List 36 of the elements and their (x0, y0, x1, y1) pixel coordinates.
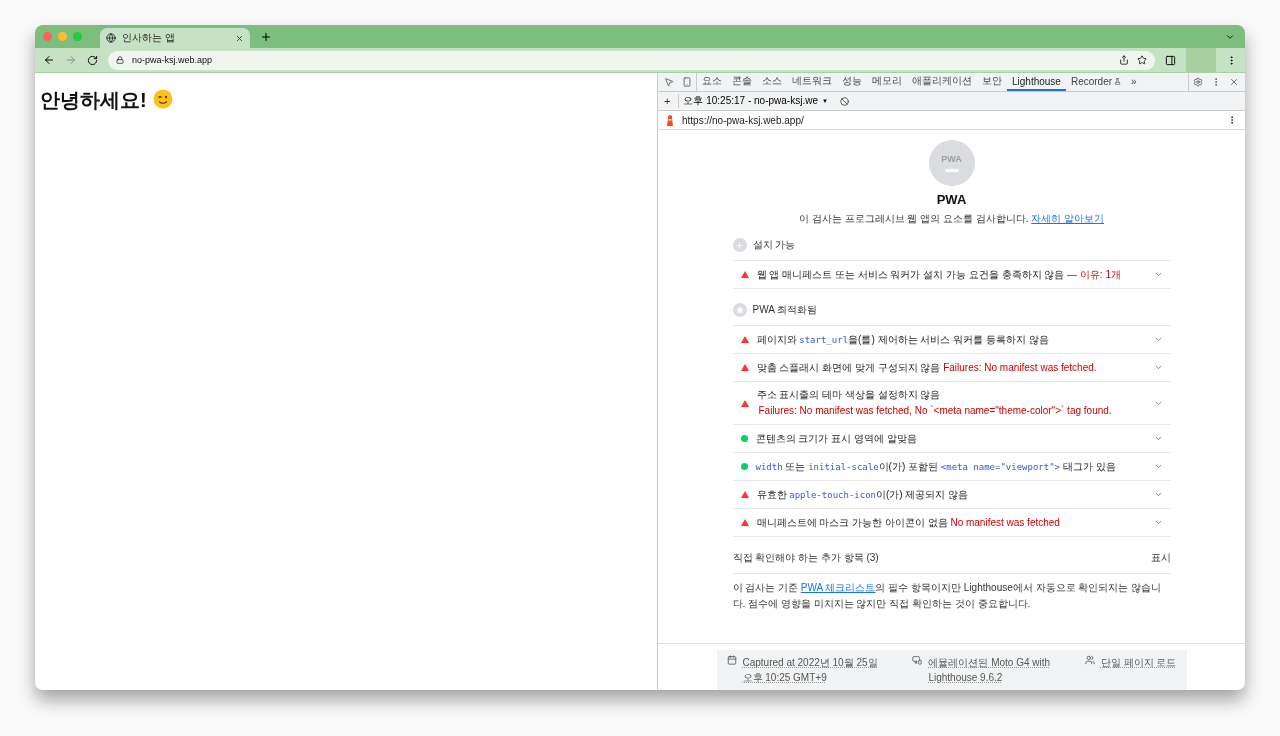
audit-row[interactable]: 웹 앱 매니페스트 또는 서비스 워커가 설치 가능 요건을 충족하지 않음 — 이유: 1개 (732, 260, 1171, 288)
more-tabs-button[interactable]: » (1126, 73, 1142, 91)
checklist-link[interactable]: PWA 체크리스트 (800, 582, 876, 593)
page-heading: 안녕하세요! (40, 88, 147, 113)
devtools-tab[interactable]: 콘솔 (727, 73, 757, 91)
devtools-tab[interactable]: 보안 (977, 73, 1007, 91)
audit-row[interactable]: 매니페스트에 마스크 가능한 아이콘이 없음 No manifest was fetched (732, 508, 1171, 536)
devtools-tab[interactable]: 요소 (697, 73, 727, 91)
audit-row[interactable]: width 또는 initial-scale 이(가) 포함된 <meta name="viewport"> 태그가 있음 (732, 452, 1171, 480)
address-bar[interactable]: no-pwa-ksj.web.app (108, 50, 1155, 70)
new-report-button[interactable]: + (664, 95, 671, 107)
footer-text: 에뮬레이션된 Moto G4 with Lighthouse 9.6.2 (928, 656, 1051, 685)
devtools-tab[interactable]: 소스 (757, 73, 787, 91)
audit-row[interactable]: 주소 표시줄의 테마 색상을 설정하지 않음 Failures: No manifest was fetched, No `<meta name="theme-color">` tag found. (732, 381, 1171, 424)
audit-row[interactable]: 유효한 apple-touch-icon 이(가) 제공되지 않음 (732, 480, 1171, 508)
category-title: PWA (935, 192, 968, 207)
audit-row[interactable]: 콘텐츠의 크기가 표시 영역에 알맞음 (732, 424, 1171, 452)
devtools-tab[interactable]: 메모리 (867, 73, 907, 91)
learn-more-link[interactable]: 자세히 알아보기 (1031, 213, 1104, 224)
footer-text: Captured at 2022년 10월 25일 오후 10:25 GMT+9 (742, 656, 878, 685)
browser-tab[interactable]: 인사하는 앱 (100, 28, 250, 48)
audit-row[interactable]: 맞춤 스플래시 화면에 맞게 구성되지 않음 Failures: No manifest was fetched. (732, 353, 1171, 381)
manual-description: 이 검사는 기준 PWA 체크리스트의 필수 항목이지만 Lighthouse에서 자동으로 확인되지는 않습니다. 점수에 영향을 미치지는 않지만 직접 확인하는 것이 중요합니다. (732, 581, 1163, 611)
show-button[interactable]: 표시 (1150, 551, 1171, 565)
devtools-tab[interactable]: 애플리케이션 (907, 73, 977, 91)
group-title: PWA 최적화됨 (752, 303, 818, 317)
category-description: 이 검사는 프로그레시브 웹 앱의 요소를 검사합니다. 자세히 알아보기 (798, 212, 1105, 226)
group-title: 설치 가능 (752, 238, 796, 252)
audit-row[interactable]: 페이지와 start_url을(를) 제어하는 서비스 워커를 등록하지 않음 (732, 325, 1171, 353)
report-url: https://no-pwa-ksj.web.app/ (682, 114, 805, 126)
score-gauge: PWA (928, 140, 975, 186)
footer-text: 단일 페이지 로드 (1100, 656, 1177, 670)
devtools-tab[interactable]: 성능 (837, 73, 867, 91)
manual-group-title: 직접 확인해야 하는 추가 항목 (3) (732, 551, 879, 565)
devtools-tab[interactable]: 네트워크 (787, 73, 837, 91)
devtools-tab[interactable]: Recorder (1065, 73, 1127, 91)
